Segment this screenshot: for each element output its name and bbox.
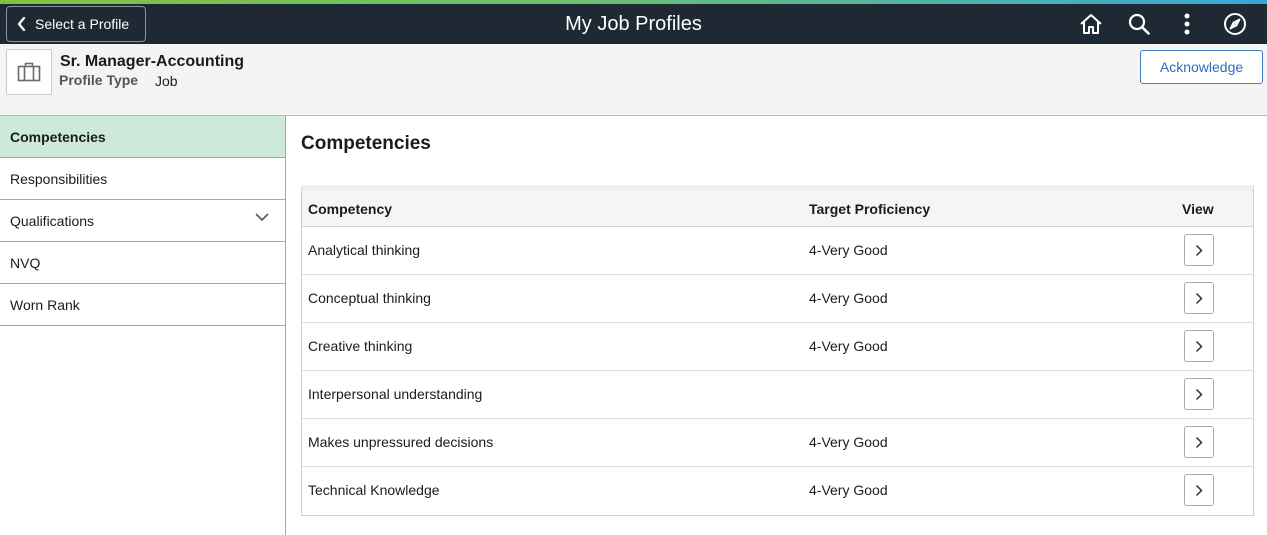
acknowledge-button[interactable]: Acknowledge bbox=[1140, 50, 1263, 84]
column-header-competency[interactable]: Competency bbox=[308, 201, 392, 217]
view-details-button[interactable] bbox=[1184, 330, 1214, 362]
grid-header-row: Competency Target Proficiency View bbox=[302, 191, 1253, 227]
table-row[interactable]: Conceptual thinking 4-Very Good bbox=[302, 275, 1253, 323]
main-content: Competencies Competency Target Proficien… bbox=[287, 116, 1267, 535]
search-icon[interactable] bbox=[1115, 4, 1163, 44]
profile-header: Sr. Manager-Accounting Profile Type Job … bbox=[0, 44, 1267, 116]
navbar-compass-icon[interactable] bbox=[1211, 4, 1259, 44]
competency-cell: Analytical thinking bbox=[308, 242, 421, 258]
view-details-button[interactable] bbox=[1184, 234, 1214, 266]
profile-icon-box bbox=[6, 49, 52, 95]
sidebar-item-responsibilities[interactable]: Responsibilities bbox=[0, 158, 285, 200]
sidebar-item-label: Worn Rank bbox=[10, 296, 80, 313]
table-row[interactable]: Creative thinking 4-Very Good bbox=[302, 323, 1253, 371]
table-row[interactable]: Analytical thinking 4-Very Good bbox=[302, 227, 1253, 275]
competency-cell: Interpersonal understanding bbox=[308, 386, 483, 402]
home-icon[interactable] bbox=[1067, 4, 1115, 44]
table-row[interactable]: Makes unpressured decisions 4-Very Good bbox=[302, 419, 1253, 467]
header-actions bbox=[1067, 4, 1259, 44]
back-button[interactable]: Select a Profile bbox=[6, 6, 146, 42]
view-details-button[interactable] bbox=[1184, 282, 1214, 314]
chevron-right-icon bbox=[1195, 388, 1203, 400]
profile-type-value: Job bbox=[155, 73, 178, 89]
section-title: Competencies bbox=[301, 133, 431, 154]
sidebar-item-qualifications[interactable]: Qualifications bbox=[0, 200, 285, 242]
chevron-right-icon bbox=[1195, 484, 1203, 496]
table-row[interactable]: Technical Knowledge 4-Very Good bbox=[302, 467, 1253, 515]
chevron-left-icon bbox=[17, 17, 26, 31]
sidebar-item-worn-rank[interactable]: Worn Rank bbox=[0, 284, 285, 326]
more-options-icon[interactable] bbox=[1163, 4, 1211, 44]
competency-cell: Makes unpressured decisions bbox=[308, 434, 494, 450]
sidebar-item-competencies[interactable]: Competencies bbox=[0, 116, 285, 158]
profile-name: Sr. Manager-Accounting bbox=[60, 53, 245, 70]
competency-cell: Technical Knowledge bbox=[308, 482, 440, 498]
chevron-right-icon bbox=[1195, 340, 1203, 352]
competency-cell: Conceptual thinking bbox=[308, 290, 431, 306]
sidebar-item-nvq[interactable]: NVQ bbox=[0, 242, 285, 284]
view-details-button[interactable] bbox=[1184, 474, 1214, 506]
proficiency-cell: 4-Very Good bbox=[809, 242, 888, 258]
sidebar-nav: Competencies Responsibilities Qualificat… bbox=[0, 116, 286, 535]
sidebar-item-label: Responsibilities bbox=[10, 170, 108, 187]
competency-cell: Creative thinking bbox=[308, 338, 413, 354]
app-header-bar: Select a Profile My Job Profiles bbox=[0, 4, 1267, 44]
chevron-right-icon bbox=[1195, 436, 1203, 448]
chevron-right-icon bbox=[1195, 292, 1203, 304]
proficiency-cell: 4-Very Good bbox=[809, 482, 888, 498]
column-header-view: View bbox=[1182, 201, 1214, 217]
view-details-button[interactable] bbox=[1184, 378, 1214, 410]
sidebar-item-label: NVQ bbox=[10, 254, 41, 271]
proficiency-cell: 4-Very Good bbox=[809, 434, 888, 450]
table-row[interactable]: Interpersonal understanding bbox=[302, 371, 1253, 419]
back-button-label: Select a Profile bbox=[35, 16, 130, 32]
proficiency-cell: 4-Very Good bbox=[809, 290, 888, 306]
sidebar-item-label: Qualifications bbox=[10, 212, 95, 229]
sidebar-item-label: Competencies bbox=[10, 128, 106, 145]
chevron-right-icon bbox=[1195, 244, 1203, 256]
view-details-button[interactable] bbox=[1184, 426, 1214, 458]
profile-type-label: Profile Type bbox=[59, 72, 139, 88]
proficiency-cell: 4-Very Good bbox=[809, 338, 888, 354]
chevron-down-icon[interactable] bbox=[255, 213, 269, 222]
competencies-grid: Competency Target Proficiency View Analy… bbox=[301, 185, 1254, 516]
briefcase-icon bbox=[17, 62, 41, 82]
column-header-target-proficiency[interactable]: Target Proficiency bbox=[809, 201, 930, 217]
